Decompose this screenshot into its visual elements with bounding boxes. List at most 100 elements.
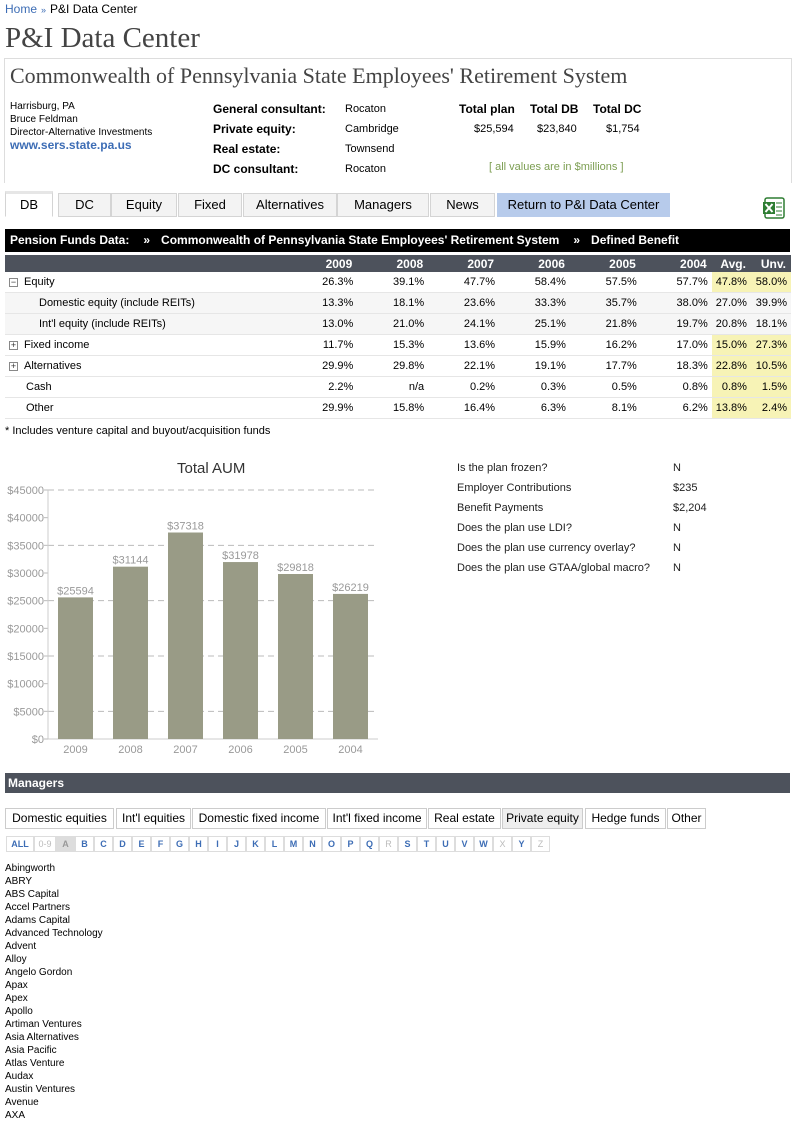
row-label: Alternatives [24,360,82,372]
letter-filter-p[interactable]: P [341,836,360,852]
letter-filter-s[interactable]: S [398,836,417,852]
x-tick-label: 2006 [228,744,252,756]
cell-unv: 2.4% [750,397,791,419]
manager-list-item[interactable]: Asia Alternatives [5,1031,103,1044]
cell: 33.3% [499,292,570,314]
letter-filter-u[interactable]: U [436,836,455,852]
collapse-icon[interactable]: − [9,277,18,287]
letter-filter-w[interactable]: W [474,836,493,852]
letter-filter-d[interactable]: D [113,836,132,852]
header-2007: 2007 [428,255,500,272]
tab-fixed[interactable]: Fixed [178,193,242,217]
filter-intl-fixed-income[interactable]: Int'l fixed income [327,808,427,829]
letter-filter-g[interactable]: G [170,836,189,852]
letter-filter-o[interactable]: O [322,836,341,852]
cell: n/a [357,376,429,398]
manager-list-item[interactable]: Avenue [5,1096,103,1109]
letter-filter-e[interactable]: E [132,836,151,852]
letter-filter-l[interactable]: L [265,836,284,852]
expand-icon[interactable]: + [9,361,18,371]
tab-db[interactable]: DB [5,191,53,217]
manager-list-item[interactable]: Artiman Ventures [5,1018,103,1031]
tab-news[interactable]: News [430,193,495,217]
manager-list-item[interactable]: Apax [5,979,103,992]
total-db-value: $23,840 [537,123,577,135]
return-to-data-center-button[interactable]: Return to P&I Data Center [497,193,670,217]
cell-avg: 0.8% [711,376,751,398]
letter-filter-h[interactable]: H [189,836,208,852]
filter-real-estate[interactable]: Real estate [428,808,501,829]
cell: 0.5% [569,376,641,398]
letter-filter-f[interactable]: F [151,836,170,852]
manager-list-item[interactable]: Advent [5,940,103,953]
x-tick-label: 2004 [338,744,362,756]
cell: 57.7% [640,272,712,293]
cell: 21.8% [569,313,641,335]
letter-filter-q[interactable]: Q [360,836,379,852]
manager-list-item[interactable]: Apollo [5,1005,103,1018]
letter-filter-y[interactable]: Y [512,836,531,852]
cell: 16.2% [569,334,641,356]
y-tick-label: $30000 [7,568,44,580]
table-row: + Fixed income 11.7% 15.3% 13.6% 15.9% 16… [5,334,791,356]
letter-filter-j[interactable]: J [227,836,246,852]
manager-list-item[interactable]: ABS Capital [5,888,103,901]
manager-list-item[interactable]: Alloy [5,953,103,966]
letter-filter-i[interactable]: I [208,836,227,852]
filter-domestic-fixed-income[interactable]: Domestic fixed income [192,808,326,829]
manager-list-item[interactable]: AXA [5,1109,103,1122]
tab-equity[interactable]: Equity [111,193,177,217]
cell: 2.2% [290,376,358,398]
site-title: P&I Data Center [5,22,200,54]
tab-managers[interactable]: Managers [337,193,429,217]
total-db-label: Total DB [530,102,579,116]
expand-icon[interactable]: + [9,340,18,350]
manager-list-item[interactable]: Audax [5,1070,103,1083]
cell-avg: 15.0% [711,334,751,356]
letter-filter-a[interactable]: A [56,836,75,852]
letter-filter-c[interactable]: C [94,836,113,852]
filter-domestic-equities[interactable]: Domestic equities [5,808,114,829]
manager-list-item[interactable]: Apex [5,992,103,1005]
row-label: Fixed income [24,339,90,351]
filter-hedge-funds[interactable]: Hedge funds [585,808,666,829]
table-header-row: 2009 2008 2007 2006 2005 2004 Avg. Unv. [5,255,791,272]
header-unv: Unv. [750,255,791,272]
org-city: Harrisburg, PA [10,101,75,112]
letter-filter-n[interactable]: N [303,836,322,852]
breadcrumb-home-link[interactable]: Home [5,2,37,16]
filter-private-equity[interactable]: Private equity [502,808,583,829]
manager-list-item[interactable]: Austin Ventures [5,1083,103,1096]
y-tick-label: $10000 [7,679,44,691]
filter-intl-equities[interactable]: Int'l equities [116,808,191,829]
website-link[interactable]: www.sers.state.pa.us [10,138,132,152]
manager-list-item[interactable]: Accel Partners [5,901,103,914]
header-2008: 2008 [357,255,429,272]
cell: 25.1% [499,313,570,335]
letter-filter-all[interactable]: ALL [6,836,34,852]
question-label: Does the plan use LDI? [457,522,572,534]
row-label: Cash [5,376,291,398]
letter-filter-t[interactable]: T [417,836,436,852]
cell: 11.7% [290,334,358,356]
tab-alternatives[interactable]: Alternatives [243,193,337,217]
letter-filter-b[interactable]: B [75,836,94,852]
excel-export-icon[interactable] [762,196,786,220]
manager-list-item[interactable]: Angelo Gordon [5,966,103,979]
manager-list-item[interactable]: Advanced Technology [5,927,103,940]
manager-list-item[interactable]: ABRY [5,875,103,888]
tab-dc[interactable]: DC [58,193,111,217]
letter-filter-v[interactable]: V [455,836,474,852]
filter-other[interactable]: Other [667,808,706,829]
manager-list-item[interactable]: Atlas Venture [5,1057,103,1070]
manager-list-item[interactable]: Asia Pacific [5,1044,103,1057]
bar-section-label: Pension Funds Data: [10,233,130,247]
y-tick-label: $35000 [7,540,44,552]
letter-filter-k[interactable]: K [246,836,265,852]
letter-filter-m[interactable]: M [284,836,303,852]
manager-list-item[interactable]: Abingworth [5,862,103,875]
fund-summary-panel: Commonwealth of Pennsylvania State Emplo… [4,58,792,183]
cell-unv: 27.3% [750,334,791,356]
managers-header: Managers [5,773,790,793]
manager-list-item[interactable]: Adams Capital [5,914,103,927]
